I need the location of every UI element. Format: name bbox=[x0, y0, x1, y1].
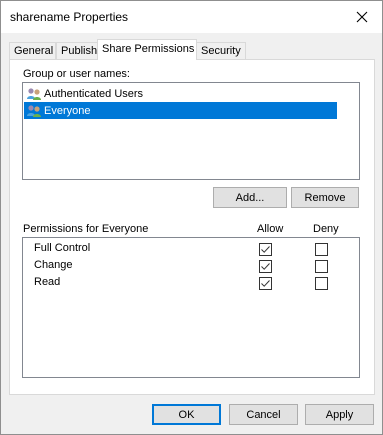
deny-checkbox[interactable] bbox=[315, 260, 328, 273]
apply-button[interactable]: Apply bbox=[305, 404, 374, 425]
tab-strip: General Publish Share Permissions Securi… bbox=[9, 39, 377, 60]
allow-checkbox[interactable] bbox=[259, 277, 272, 290]
permissions-label: Permissions for Everyone bbox=[23, 223, 149, 235]
users-icon bbox=[27, 104, 41, 117]
tab-general[interactable]: General bbox=[9, 42, 56, 59]
tab-label: Security bbox=[201, 45, 241, 57]
list-item-everyone[interactable]: Everyone bbox=[24, 102, 337, 119]
cancel-button[interactable]: Cancel bbox=[229, 404, 298, 425]
tab-label: Publish bbox=[61, 45, 98, 57]
check-icon bbox=[261, 246, 270, 253]
button-label: Apply bbox=[325, 408, 354, 421]
group-names-label: Group or user names: bbox=[23, 68, 130, 80]
allow-checkbox[interactable] bbox=[259, 243, 272, 256]
tab-label: General bbox=[14, 45, 54, 57]
permission-name: Read bbox=[34, 276, 61, 288]
tab-security[interactable]: Security bbox=[196, 42, 246, 59]
permission-row-read: Read bbox=[24, 275, 356, 292]
list-item-label: Authenticated Users bbox=[44, 87, 144, 100]
tab-panel: Group or user names: Authenticated Users bbox=[9, 59, 375, 395]
close-icon bbox=[356, 11, 368, 23]
group-user-list[interactable]: Authenticated Users Everyone bbox=[22, 82, 360, 180]
users-icon bbox=[27, 87, 41, 100]
button-label: OK bbox=[178, 408, 195, 421]
button-label: Add... bbox=[235, 191, 265, 204]
permission-name: Change bbox=[34, 259, 73, 271]
deny-checkbox[interactable] bbox=[315, 243, 328, 256]
tab-label: Share Permissions bbox=[102, 43, 195, 55]
permission-row-full-control: Full Control bbox=[24, 241, 356, 258]
permissions-list: Full Control Change Read bbox=[22, 237, 360, 378]
close-button[interactable] bbox=[342, 1, 382, 33]
check-icon bbox=[261, 280, 270, 287]
remove-button[interactable]: Remove bbox=[291, 187, 359, 208]
tab-share-permissions[interactable]: Share Permissions bbox=[97, 39, 197, 60]
ok-button[interactable]: OK bbox=[152, 404, 221, 425]
allow-column-header: Allow bbox=[257, 223, 284, 235]
list-item-label: Everyone bbox=[44, 104, 91, 117]
button-label: Cancel bbox=[246, 408, 281, 421]
list-item-authenticated-users[interactable]: Authenticated Users bbox=[24, 85, 337, 102]
deny-column-header: Deny bbox=[313, 223, 339, 235]
check-icon bbox=[261, 263, 270, 270]
tab-publish[interactable]: Publish bbox=[56, 42, 98, 59]
add-button[interactable]: Add... bbox=[213, 187, 287, 208]
button-label: Remove bbox=[304, 191, 346, 204]
properties-dialog: sharename Properties General Publish Sha… bbox=[0, 0, 383, 435]
deny-checkbox[interactable] bbox=[315, 277, 328, 290]
permission-name: Full Control bbox=[34, 242, 91, 254]
window-title: sharename Properties bbox=[10, 10, 129, 24]
title-bar: sharename Properties bbox=[1, 1, 382, 33]
permission-row-change: Change bbox=[24, 258, 356, 275]
allow-checkbox[interactable] bbox=[259, 260, 272, 273]
